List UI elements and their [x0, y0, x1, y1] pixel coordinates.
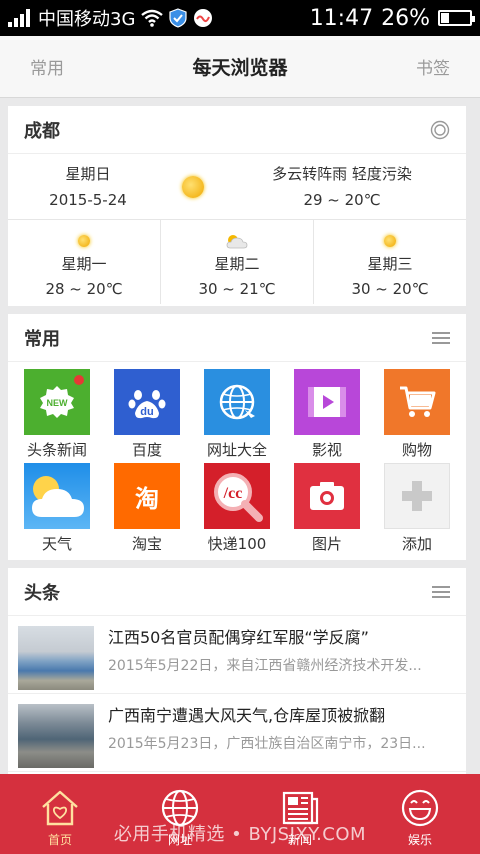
app-label: 购物 — [401, 441, 432, 459]
forecast-weekday: 星期二 — [214, 255, 260, 273]
forecast-temp: 28 ~ 20℃ — [45, 280, 123, 298]
list-icon[interactable] — [432, 585, 450, 598]
forecast-row: 星期一 28 ~ 20℃ 星期二 30 ~ 21℃ 星期三 30 ~ 20℃ — [8, 220, 466, 304]
app-headline-news[interactable]: NEW 头条新闻 — [12, 369, 102, 459]
news-headline: 广西南宁遭遇大风天气,仓库屋顶被掀翻 — [108, 706, 386, 725]
signal-icon — [8, 9, 30, 27]
app-pictures[interactable]: 图片 — [282, 463, 372, 553]
battery-percent: 26% — [381, 5, 430, 31]
today-date: 2015-5-24 — [49, 190, 127, 209]
clock: 11:47 — [309, 5, 374, 31]
home-icon — [42, 790, 78, 826]
smiley-icon — [401, 789, 439, 827]
plus-icon — [384, 463, 450, 529]
nav-label: 网址 — [167, 833, 192, 847]
nav-home[interactable]: 首页 — [0, 774, 120, 854]
nav-label: 娱乐 — [407, 833, 432, 847]
news-headline: 江西50名官员配偶穿红军服“学反腐” — [108, 628, 369, 647]
new-badge-icon: NEW — [24, 369, 90, 435]
cloudy-icon — [226, 235, 248, 249]
city-name: 成都 — [24, 120, 60, 142]
svg-text:du: du — [140, 406, 153, 418]
add-app-button[interactable]: 添加 — [372, 463, 462, 553]
forecast-weekday: 星期一 — [61, 255, 107, 273]
sun-icon — [78, 235, 90, 247]
nav-label: 新闻 — [287, 833, 312, 847]
camera-icon — [294, 463, 360, 529]
app-label: 快递100 — [207, 535, 267, 553]
section-title: 常用 — [24, 328, 60, 350]
notification-icon — [194, 9, 213, 27]
app-taobao[interactable]: 淘 淘宝 — [102, 463, 192, 553]
app-title: 每天浏览器 — [192, 57, 288, 79]
news-thumbnail — [18, 704, 94, 768]
list-icon[interactable] — [432, 331, 450, 344]
wifi-icon — [141, 9, 164, 27]
shield-icon — [169, 8, 188, 28]
app-video[interactable]: 影视 — [282, 369, 372, 459]
app-web-directory[interactable]: 网址大全 — [192, 369, 282, 459]
forecast-temp: 30 ~ 21℃ — [198, 280, 276, 298]
forecast-day: 星期三 30 ~ 20℃ — [314, 220, 466, 304]
news-summary: 2015年5月22日，来自江西省赣州经济技术开发... — [108, 658, 422, 674]
news-summary: 2015年5月23日，广西壮族自治区南宁市，23日... — [108, 736, 426, 752]
weather-card[interactable]: 成都 星期日 2015-5-24 多云转阵雨 轻度污染 29 ~ 20℃ 星期一… — [8, 106, 466, 306]
forecast-weekday: 星期三 — [367, 255, 413, 273]
express-search-icon: /cc — [204, 463, 270, 529]
forecast-day: 星期一 28 ~ 20℃ — [8, 220, 161, 304]
today-weekday: 星期日 — [65, 164, 111, 183]
today-condition: 多云转阵雨 轻度污染 — [272, 164, 412, 183]
nav-entertainment[interactable]: 娱乐 — [360, 774, 480, 854]
app-label: 添加 — [401, 535, 432, 553]
svg-text:NEW: NEW — [47, 398, 69, 408]
news-item[interactable]: 广西南宁遭遇大风天气,仓库屋顶被掀翻 2015年5月23日，广西壮族自治区南宁市… — [8, 694, 466, 772]
nav-news[interactable]: 新闻 — [240, 774, 360, 854]
app-label: 百度 — [131, 441, 162, 459]
app-express100[interactable]: /cc 快递100 — [192, 463, 282, 553]
sun-icon — [384, 235, 396, 247]
news-thumbnail — [18, 626, 94, 690]
section-title: 头条 — [24, 582, 60, 604]
app-label: 影视 — [311, 441, 342, 459]
today-temp: 29 ~ 20℃ — [303, 190, 381, 209]
app-label: 图片 — [311, 535, 342, 553]
status-bar: 中国移动3G 11:47 26% — [0, 0, 480, 36]
app-label: 淘宝 — [131, 535, 162, 553]
bottom-nav: 首页 网址 新闻 娱乐 — [0, 774, 480, 854]
carrier-label: 中国移动3G — [38, 9, 136, 30]
browser-header: 常用 每天浏览器 书签 — [0, 36, 480, 98]
news-item[interactable]: 江西50名官员配偶穿红军服“学反腐” 2015年5月22日，来自江西省赣州经济技… — [8, 616, 466, 694]
sun-icon — [182, 175, 204, 198]
common-tab-button[interactable]: 常用 — [30, 54, 64, 79]
battery-icon — [438, 10, 475, 26]
bookmarks-button[interactable]: 书签 — [416, 54, 450, 79]
weather-icon — [24, 463, 90, 529]
app-label: 网址大全 — [206, 441, 267, 459]
film-icon — [294, 369, 360, 435]
app-shopping[interactable]: 购物 — [372, 369, 462, 459]
globe-icon — [161, 789, 199, 827]
nav-sites[interactable]: 网址 — [120, 774, 240, 854]
headlines-card: 头条 江西50名官员配偶穿红军服“学反腐” 2015年5月22日，来自江西省赣州… — [8, 568, 466, 774]
refresh-location-icon[interactable] — [430, 120, 450, 140]
forecast-temp: 30 ~ 20℃ — [351, 280, 429, 298]
globe-icon — [204, 369, 270, 435]
app-weather[interactable]: 天气 — [12, 463, 102, 553]
today-weather: 星期日 2015-5-24 多云转阵雨 轻度污染 29 ~ 20℃ — [8, 154, 466, 220]
newspaper-icon — [282, 791, 319, 825]
common-apps-card: 常用 NEW 头条新闻 du 百度 网址大全 影视 购物 天气 淘 淘宝 /cc… — [8, 314, 466, 560]
app-label: 头条新闻 — [26, 441, 87, 459]
nav-label: 首页 — [47, 833, 72, 847]
app-label: 天气 — [41, 535, 72, 553]
forecast-day: 星期二 30 ~ 21℃ — [161, 220, 314, 304]
taobao-icon: 淘 — [114, 463, 180, 529]
cart-icon — [384, 369, 450, 435]
baidu-paw-icon: du — [114, 369, 180, 435]
app-baidu[interactable]: du 百度 — [102, 369, 192, 459]
svg-text:/cc: /cc — [223, 485, 243, 502]
